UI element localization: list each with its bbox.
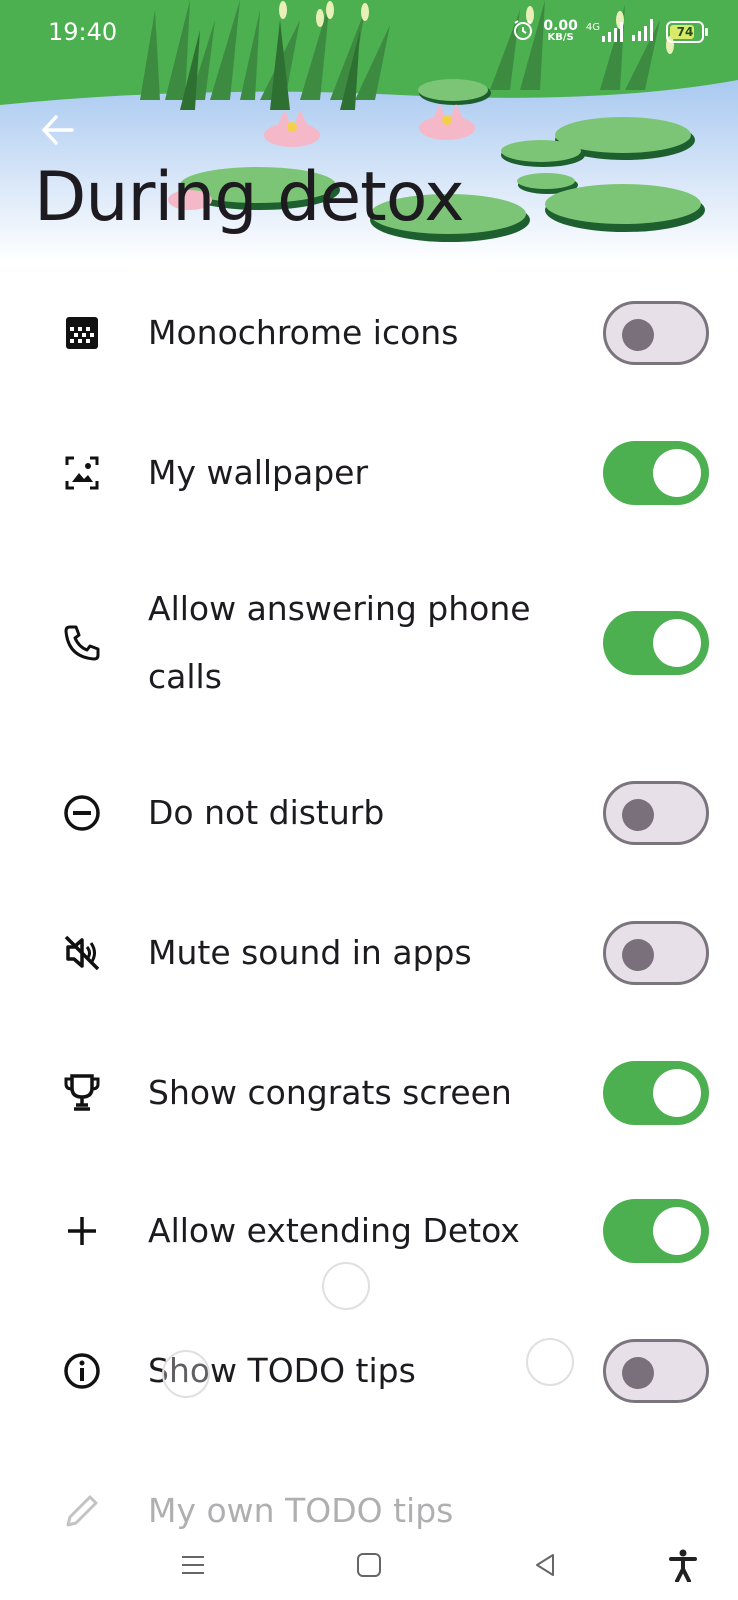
pencil-icon — [60, 1489, 104, 1533]
monochrome-grid-icon — [60, 311, 104, 355]
accessibility-icon — [669, 1549, 697, 1582]
battery-icon: 74 — [666, 21, 708, 43]
home-button[interactable] — [344, 1540, 394, 1590]
mute-icon — [60, 931, 104, 975]
allow-extending-detox-toggle[interactable] — [603, 1199, 709, 1263]
setting-label: Allow answering phone calls — [148, 589, 531, 696]
setting-monochrome-icons[interactable]: Monochrome icons — [0, 293, 738, 373]
allow-phone-calls-toggle[interactable] — [603, 611, 709, 675]
signal-4g-icon: 4G — [586, 22, 624, 42]
info-icon — [60, 1349, 104, 1393]
accessibility-button[interactable] — [658, 1540, 708, 1590]
congrats-screen-toggle[interactable] — [603, 1061, 709, 1125]
setting-my-wallpaper[interactable]: My wallpaper — [0, 433, 738, 513]
mute-sound-toggle[interactable] — [603, 921, 709, 985]
touch-indicator — [322, 1262, 370, 1310]
header-banner: 19:40 0.00 KB/S 4G 74 During detox — [0, 0, 738, 263]
alarm-icon — [511, 18, 535, 46]
menu-icon — [182, 1556, 204, 1574]
status-bar: 19:40 0.00 KB/S 4G 74 — [0, 0, 738, 66]
back-nav-button[interactable] — [520, 1540, 570, 1590]
page-title: During detox — [34, 158, 465, 237]
plus-icon — [60, 1209, 104, 1253]
monochrome-icons-toggle[interactable] — [603, 301, 709, 365]
setting-label: Show congrats screen — [148, 1073, 512, 1112]
setting-label: My wallpaper — [148, 453, 369, 492]
show-todo-tips-toggle[interactable] — [603, 1339, 709, 1403]
back-triangle-icon — [536, 1554, 554, 1576]
setting-allow-phone-calls[interactable]: Allow answering phone calls — [0, 573, 738, 713]
touch-indicator — [162, 1350, 210, 1398]
menu-button[interactable] — [168, 1540, 218, 1590]
phone-icon — [60, 621, 104, 665]
signal-icon — [632, 19, 658, 45]
setting-mute-sound[interactable]: Mute sound in apps — [0, 913, 738, 993]
setting-label: Allow extending Detox — [148, 1211, 520, 1250]
setting-label: Do not disturb — [148, 793, 385, 832]
setting-show-todo-tips[interactable]: Show TODO tips — [0, 1331, 738, 1411]
setting-congrats-screen[interactable]: Show congrats screen — [0, 1053, 738, 1133]
network-speed: 0.00 KB/S — [543, 18, 578, 43]
setting-label: Monochrome icons — [148, 313, 459, 352]
trophy-icon — [60, 1071, 104, 1115]
wallpaper-image-icon — [60, 451, 104, 495]
do-not-disturb-icon — [60, 791, 104, 835]
setting-label: Mute sound in apps — [148, 933, 472, 972]
my-wallpaper-toggle[interactable] — [603, 441, 709, 505]
touch-indicator — [526, 1338, 574, 1386]
setting-do-not-disturb[interactable]: Do not disturb — [0, 773, 738, 853]
do-not-disturb-toggle[interactable] — [603, 781, 709, 845]
status-icons: 0.00 KB/S 4G 74 — [511, 18, 708, 46]
home-square-icon — [357, 1553, 381, 1577]
back-button[interactable] — [36, 108, 80, 152]
system-nav-bar — [0, 1530, 738, 1600]
arrow-left-icon — [42, 115, 74, 145]
setting-allow-extending-detox[interactable]: Allow extending Detox — [0, 1191, 738, 1271]
status-time: 19:40 — [48, 18, 118, 46]
